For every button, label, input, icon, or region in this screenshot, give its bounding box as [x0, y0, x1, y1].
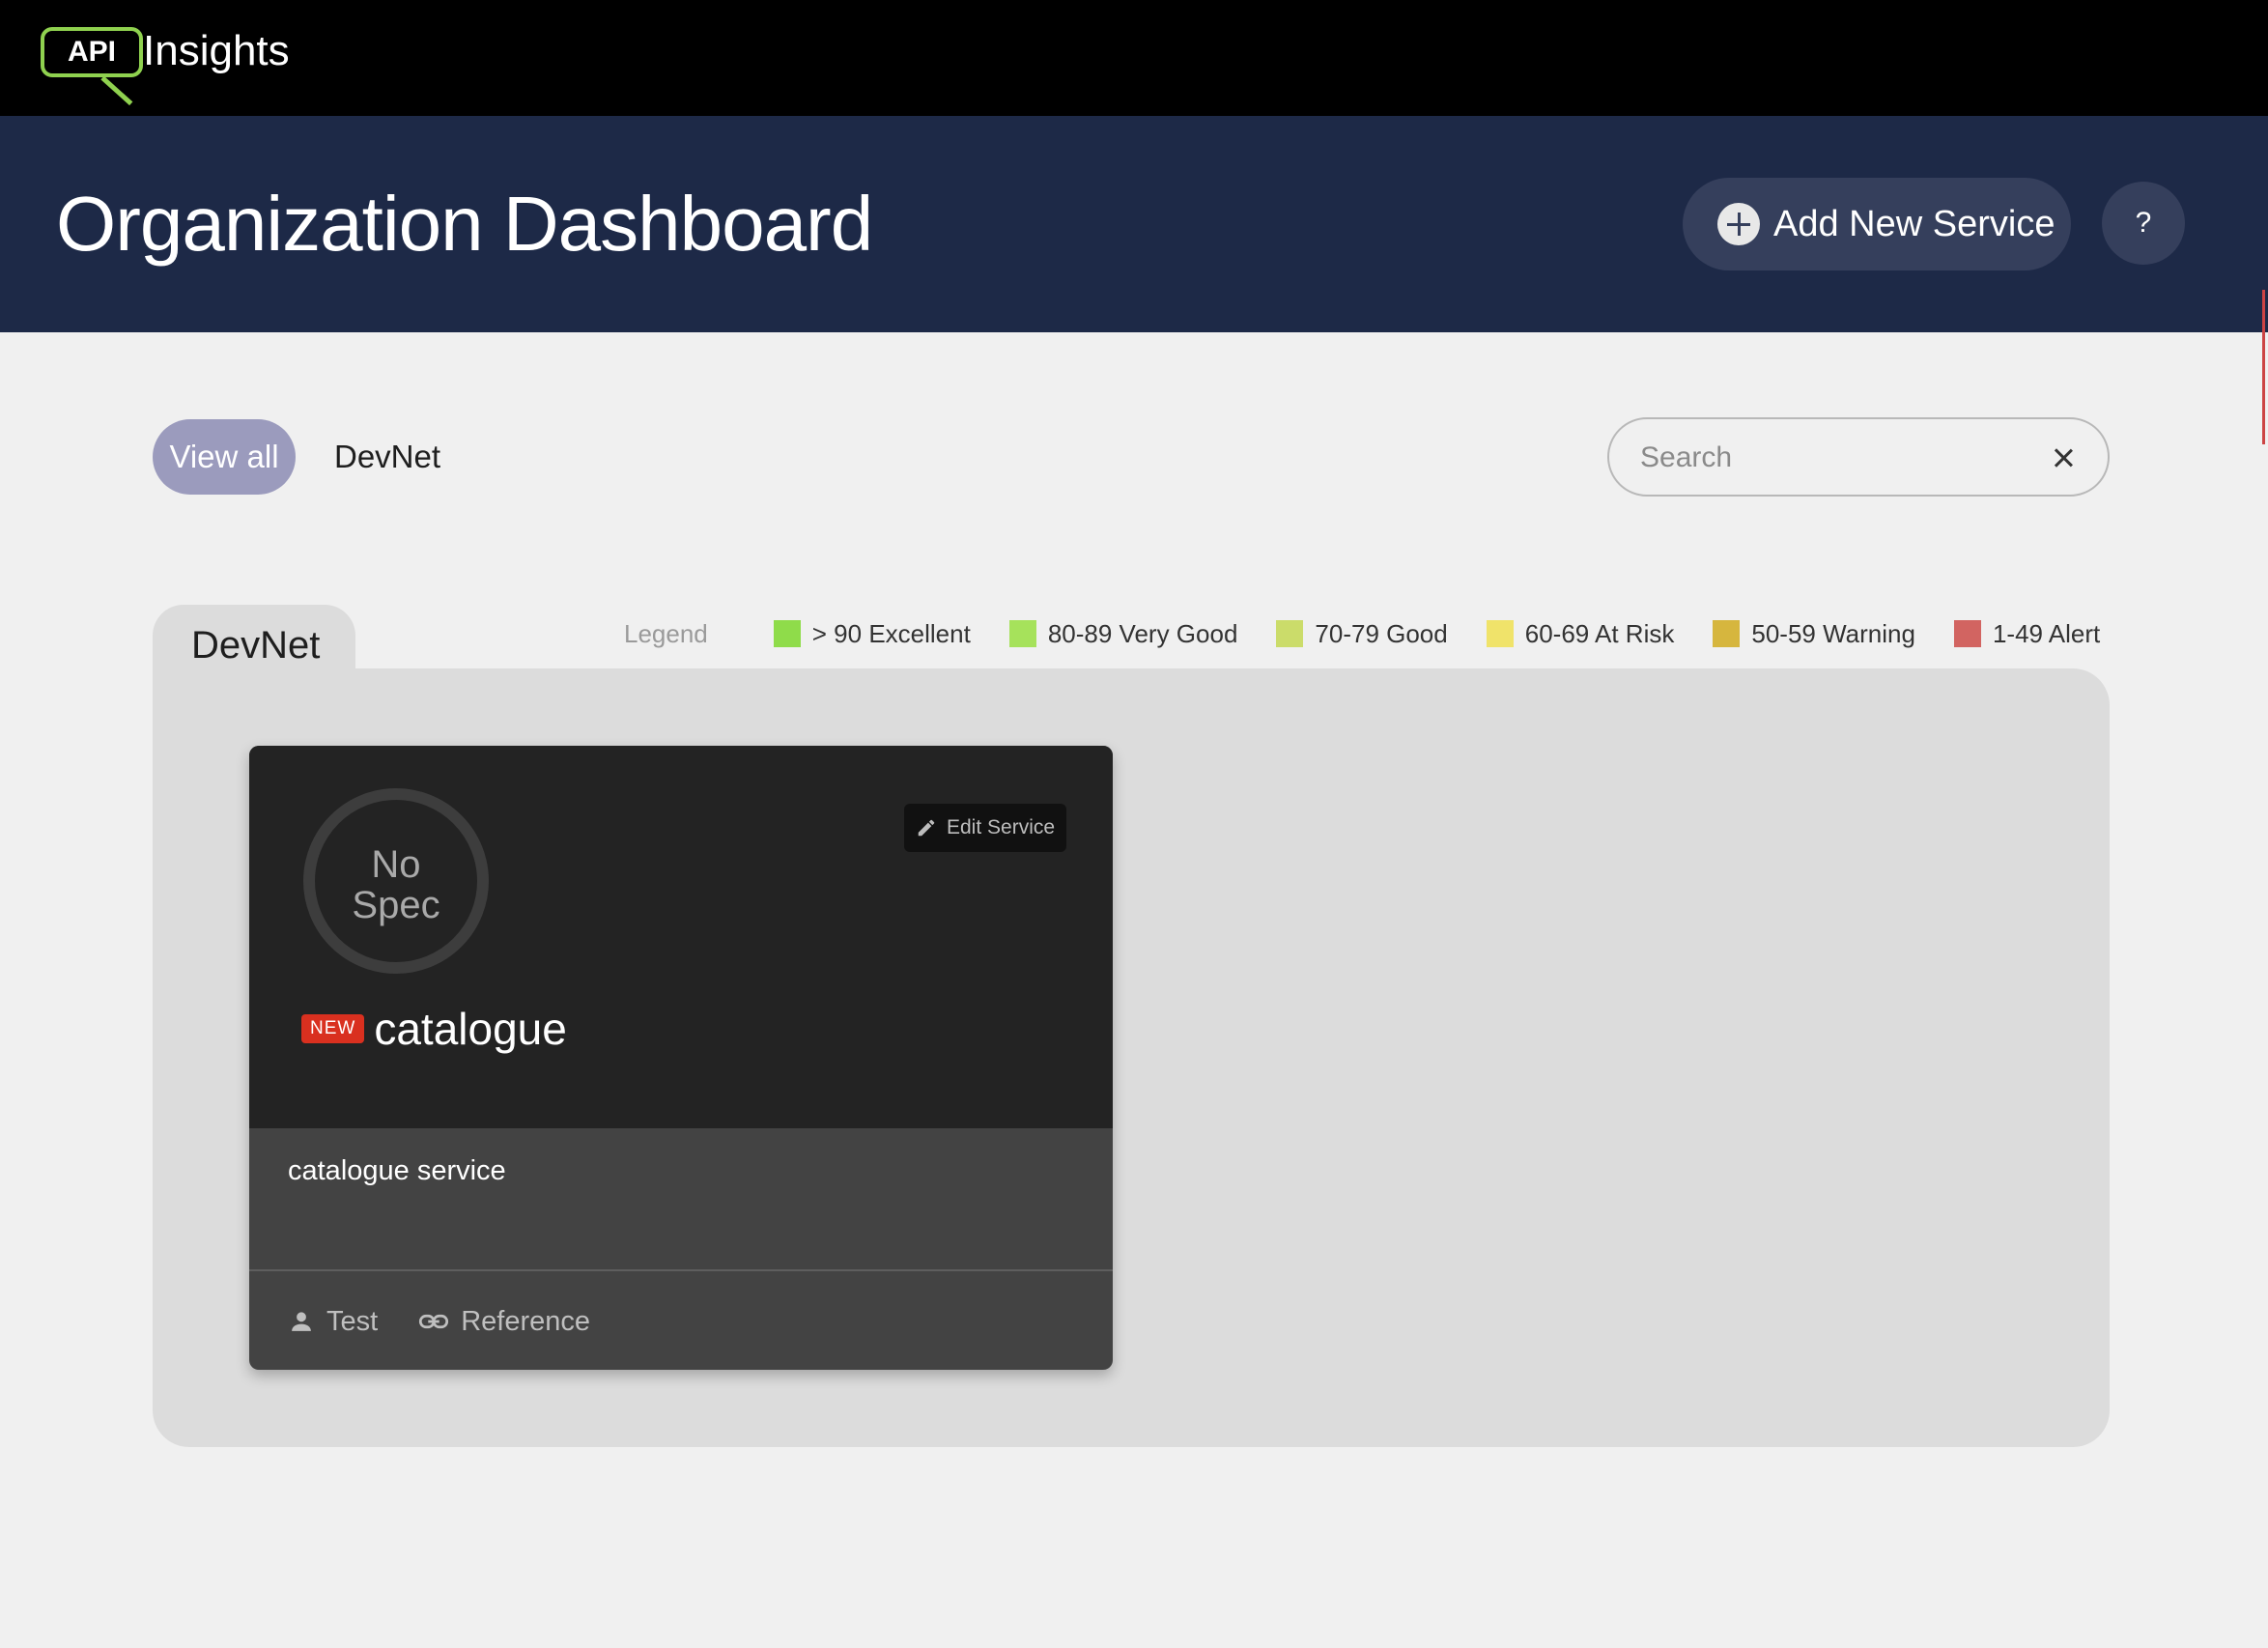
- legend-label: 80-89 Very Good: [1047, 618, 1238, 648]
- score-line-2: Spec: [352, 884, 440, 926]
- legend-item-good: 70-79 Good: [1276, 618, 1448, 649]
- edit-service-label: Edit Service: [947, 816, 1056, 838]
- service-card[interactable]: No Spec Edit Service NEW catalogue catal…: [249, 746, 1113, 1370]
- service-name[interactable]: catalogue: [374, 1003, 567, 1055]
- add-new-service-button[interactable]: Add New Service: [1683, 178, 2071, 270]
- legend-item-warning: 50-59 Warning: [1713, 619, 1915, 649]
- help-button[interactable]: ?: [2102, 182, 2185, 265]
- score-line-1: No: [371, 843, 421, 886]
- logo-badge: API: [41, 27, 143, 77]
- service-card-footer: Test Reference: [288, 1298, 631, 1345]
- top-bar: API Insights: [0, 0, 2268, 116]
- add-new-service-label: Add New Service: [1773, 203, 2055, 244]
- page-header: Organization Dashboard Add New Service ?: [0, 116, 2268, 332]
- score-text: No Spec: [315, 844, 477, 925]
- legend-item-at-risk: 60-69 At Risk: [1486, 618, 1675, 649]
- service-card-header: No Spec Edit Service NEW catalogue: [249, 746, 1113, 1128]
- legend-label: > 90 Excellent: [811, 618, 971, 648]
- service-description: catalogue service: [288, 1155, 506, 1186]
- score-legend: Legend > 90 Excellent 80-89 Very Good 70…: [624, 614, 2100, 653]
- card-divider: [249, 1269, 1113, 1271]
- legend-label: 70-79 Good: [1315, 618, 1448, 648]
- logo-text: Insights: [143, 27, 290, 74]
- legend-swatch: [773, 620, 801, 647]
- search-input[interactable]: [1638, 431, 2028, 485]
- owner-link[interactable]: Test: [288, 1306, 378, 1338]
- link-icon: [419, 1314, 449, 1329]
- logo-magnifier-handle: [100, 75, 133, 106]
- filter-devnet-button[interactable]: DevNet: [334, 419, 440, 495]
- legend-item-very-good: 80-89 Very Good: [1008, 618, 1238, 649]
- legend-item-alert: 1-49 Alert: [1953, 618, 2101, 649]
- clear-search-icon[interactable]: [2050, 444, 2077, 471]
- reference-link[interactable]: Reference: [418, 1306, 590, 1338]
- owner-label: Test: [326, 1305, 379, 1337]
- page-title: Organization Dashboard: [56, 181, 873, 267]
- legend-label: 60-69 At Risk: [1524, 618, 1675, 648]
- new-badge: NEW: [301, 1014, 365, 1043]
- plus-icon: [1717, 203, 1760, 245]
- edit-service-button[interactable]: Edit Service: [904, 804, 1066, 852]
- filter-view-all-button[interactable]: View all: [153, 419, 296, 495]
- legend-label: 1-49 Alert: [1992, 618, 2101, 648]
- legend-swatch: [1953, 620, 1981, 647]
- reference-label: Reference: [461, 1305, 590, 1337]
- search-box: [1607, 417, 2110, 497]
- legend-item-excellent: > 90 Excellent: [773, 618, 971, 649]
- service-title-row: NEW catalogue: [301, 993, 567, 1065]
- legend-swatch: [1713, 620, 1741, 647]
- legend-swatch: [1008, 620, 1036, 647]
- group-tab-label: DevNet: [191, 624, 321, 667]
- pencil-icon: [918, 819, 935, 837]
- person-icon: [292, 1312, 311, 1331]
- app-logo[interactable]: API Insights: [33, 23, 303, 110]
- legend-swatch: [1276, 620, 1304, 647]
- score-ring: No Spec: [303, 788, 489, 974]
- legend-label: 50-59 Warning: [1751, 618, 1915, 648]
- scrollbar-edge: [2262, 290, 2265, 444]
- legend-title: Legend: [624, 618, 708, 648]
- legend-swatch: [1486, 620, 1514, 647]
